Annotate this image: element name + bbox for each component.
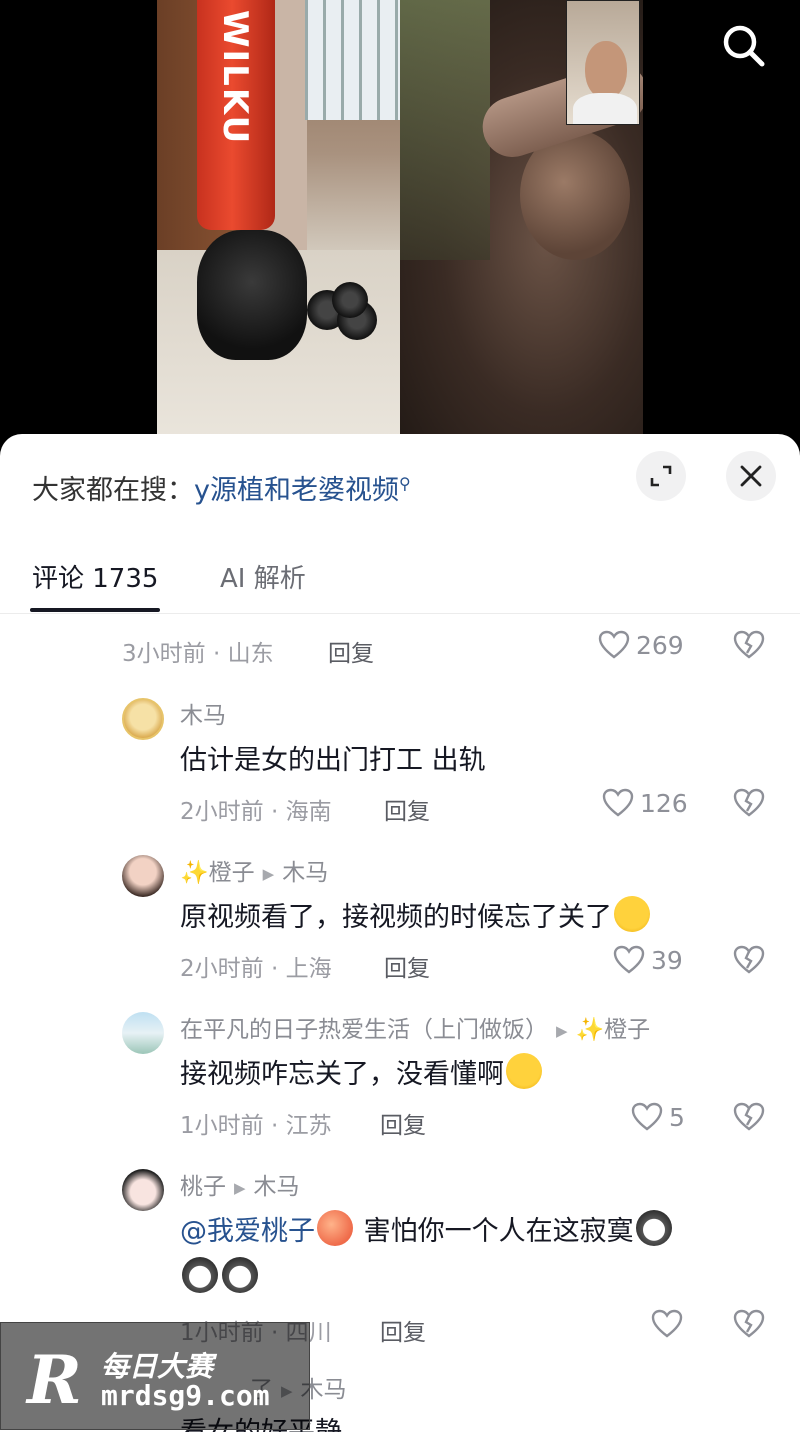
video-left-panel: WILKU bbox=[157, 0, 400, 440]
comment-author[interactable]: ✨橙子 ▶ 木马 bbox=[180, 853, 328, 887]
picture-in-picture bbox=[566, 0, 640, 125]
punching-bag: WILKU bbox=[197, 0, 275, 230]
dog-emoji-icon bbox=[635, 1210, 672, 1246]
heart-icon bbox=[613, 945, 645, 974]
watermark-logo: R 每日大赛 mrdsg9.com bbox=[0, 1322, 310, 1430]
comment-author[interactable]: 木马 bbox=[180, 696, 226, 730]
pip-person-body bbox=[573, 93, 637, 124]
comment-text: 原视频看了，接视频的时候忘了关了 bbox=[180, 895, 652, 934]
pip-person-head bbox=[585, 41, 627, 99]
background-wall bbox=[400, 0, 490, 260]
like-count: 269 bbox=[636, 630, 684, 660]
active-tab-indicator bbox=[30, 608, 160, 612]
heart-icon bbox=[598, 630, 630, 659]
comment-text: 接视频咋忘关了，没看懂啊 bbox=[180, 1052, 544, 1091]
reply-arrow-icon: ▶ bbox=[556, 1021, 568, 1040]
laughing-crying-emoji-icon bbox=[614, 896, 650, 932]
comment-time: 2小时前 · 上海 bbox=[180, 956, 332, 982]
search-suggestion[interactable]: 大家都在搜：y源植和老婆视频⚲ bbox=[32, 468, 411, 507]
reply-button[interactable]: 回复 bbox=[380, 1313, 426, 1347]
comment-author[interactable]: 在平凡的日子热爱生活（上门做饭） ▶ ✨橙子 bbox=[180, 1010, 650, 1044]
comment-text-emoji-line bbox=[180, 1257, 260, 1294]
like-button[interactable]: 5 bbox=[631, 1102, 685, 1132]
reply-arrow-icon: ▶ bbox=[262, 864, 275, 883]
comment-time: 2小时前 · 海南 bbox=[180, 799, 332, 825]
comment-meta: 2小时前 · 海南 回复 126 bbox=[0, 789, 800, 832]
heart-icon bbox=[631, 1102, 663, 1131]
broken-heart-icon bbox=[733, 788, 765, 817]
watermark-logo-mark: R bbox=[27, 1341, 82, 1419]
suggestion-term[interactable]: y源植和老婆视频 bbox=[194, 475, 399, 506]
like-count: 5 bbox=[669, 1102, 685, 1132]
expand-button[interactable] bbox=[636, 451, 686, 501]
suggestion-prefix: 大家都在搜： bbox=[32, 475, 194, 506]
comment-time: 3小时前 · 山东 bbox=[122, 641, 274, 667]
reply-button[interactable]: 回复 bbox=[380, 1106, 426, 1140]
comment-text: @我爱桃子 害怕你一个人在这寂寞 bbox=[180, 1209, 674, 1248]
close-button[interactable] bbox=[726, 451, 776, 501]
dislike-button[interactable] bbox=[733, 1309, 765, 1345]
avatar[interactable] bbox=[122, 1169, 164, 1211]
comment-author[interactable]: 桃子 ▶ 木马 bbox=[180, 1167, 300, 1201]
dislike-button[interactable] bbox=[733, 945, 765, 981]
dislike-button[interactable] bbox=[733, 1102, 765, 1138]
avatar[interactable] bbox=[122, 855, 164, 897]
close-icon bbox=[740, 465, 762, 487]
watermark-url: mrdsg9.com bbox=[101, 1379, 270, 1412]
punching-bag-brand: WILKU bbox=[215, 10, 255, 146]
broken-heart-icon bbox=[733, 945, 765, 974]
dislike-button[interactable] bbox=[733, 788, 765, 824]
punching-bag-base bbox=[197, 230, 307, 360]
like-count: 126 bbox=[640, 788, 688, 818]
comment-time: 1小时前 · 江苏 bbox=[180, 1113, 332, 1139]
video-player[interactable]: WILKU bbox=[0, 0, 800, 440]
heart-icon bbox=[602, 788, 634, 817]
reply-button[interactable]: 回复 bbox=[384, 949, 430, 983]
like-button[interactable] bbox=[651, 1309, 689, 1339]
dog-emoji-icon bbox=[222, 1257, 258, 1293]
mention-link[interactable]: @我爱桃子 bbox=[180, 1216, 315, 1247]
search-button[interactable] bbox=[718, 20, 770, 72]
search-icon bbox=[723, 25, 765, 67]
comment-meta: 1小时前 · 江苏 回复 5 bbox=[0, 1103, 800, 1146]
dumbbell bbox=[332, 282, 368, 318]
like-button[interactable]: 269 bbox=[598, 630, 684, 660]
reply-arrow-icon: ▶ bbox=[234, 1178, 246, 1197]
avatar[interactable] bbox=[122, 698, 164, 740]
comment-text: 估计是女的出门打工 出轨 bbox=[180, 745, 486, 776]
comment-tabs: 评论 1735 AI 解析 bbox=[0, 550, 800, 614]
avatar[interactable] bbox=[122, 1012, 164, 1054]
comments-sheet: 大家都在搜：y源植和老婆视频⚲ 评论 1735 AI 解析 3小时前 · 山东 … bbox=[0, 434, 800, 1432]
broken-heart-icon bbox=[733, 1102, 765, 1131]
laughing-crying-emoji-icon bbox=[506, 1053, 542, 1089]
window-image bbox=[305, 0, 400, 120]
tab-ai-analysis[interactable]: AI 解析 bbox=[220, 558, 306, 595]
comment-meta: 2小时前 · 上海 回复 39 bbox=[0, 946, 800, 989]
dog-emoji-icon bbox=[182, 1257, 218, 1293]
expand-icon bbox=[650, 465, 672, 487]
peach-emoji-icon bbox=[317, 1210, 353, 1246]
reply-button[interactable]: 回复 bbox=[384, 792, 430, 826]
heart-icon bbox=[651, 1309, 683, 1338]
like-button[interactable]: 39 bbox=[613, 945, 683, 975]
like-button[interactable]: 126 bbox=[602, 788, 688, 818]
comment-meta: 3小时前 · 山东 回复 269 bbox=[0, 631, 800, 674]
like-count: 39 bbox=[651, 945, 683, 975]
tab-comments[interactable]: 评论 1735 bbox=[32, 558, 158, 595]
search-mini-icon: ⚲ bbox=[398, 474, 411, 493]
broken-heart-icon bbox=[733, 1309, 765, 1338]
reply-button[interactable]: 回复 bbox=[328, 634, 374, 668]
broken-heart-icon bbox=[733, 630, 765, 659]
dislike-button[interactable] bbox=[733, 630, 765, 666]
